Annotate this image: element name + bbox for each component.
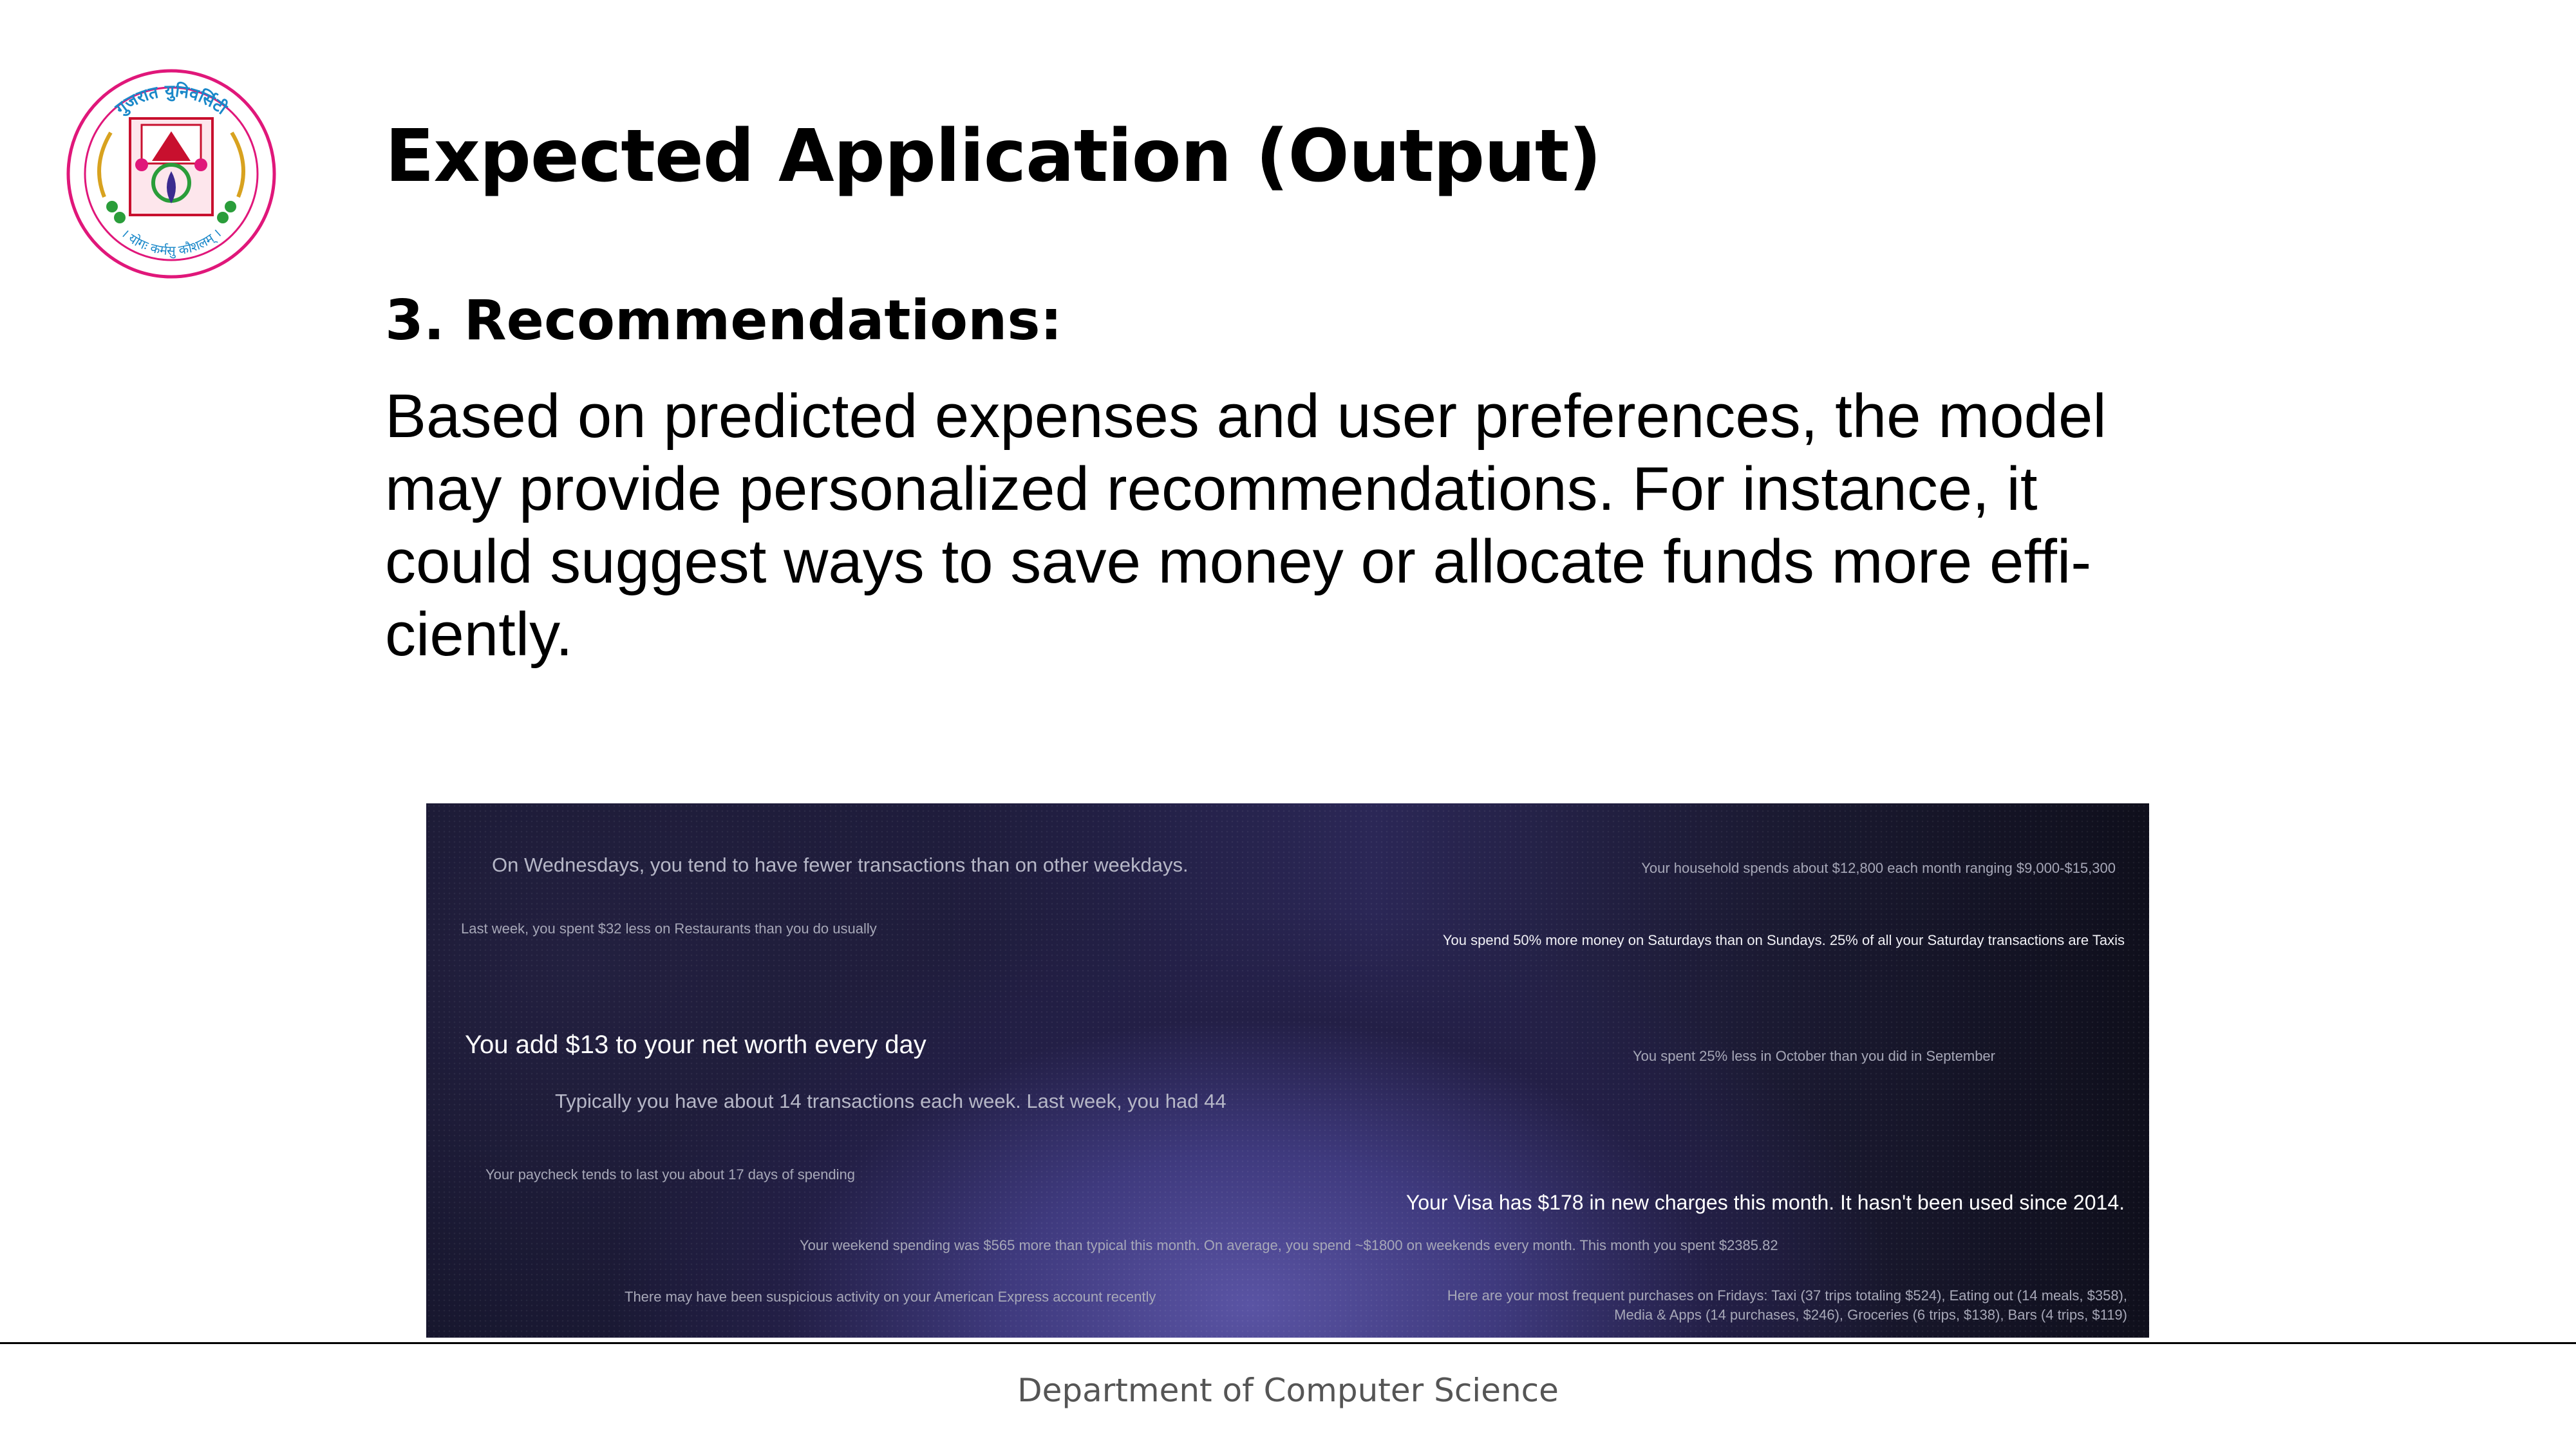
body-line: ciently. [385, 600, 573, 669]
slide-title: Expected Application (Output) [385, 115, 1602, 198]
insight-text: There may have been suspicious activity … [625, 1289, 1156, 1305]
insight-text: Your weekend spending was $565 more than… [800, 1237, 1778, 1253]
insight-text: You spend 50% more money on Saturdays th… [1442, 932, 2125, 948]
insights-image: On Wednesdays, you tend to have fewer tr… [426, 803, 2149, 1338]
body-line: Based on predicted expenses and user pre… [385, 382, 2107, 451]
section-heading: 3. Recommendations: [385, 288, 1062, 353]
insight-text: Your household spends about $12,800 each… [1641, 860, 2116, 876]
body-paragraph: Based on predicted expenses and user pre… [385, 380, 2317, 671]
insight-text: On Wednesdays, you tend to have fewer tr… [492, 854, 1189, 876]
insight-text: You spent 25% less in October than you d… [1633, 1048, 1995, 1064]
body-line: may provide personalized recommendations… [385, 454, 2038, 523]
insight-line: Here are your most frequent purchases on… [1447, 1287, 2127, 1304]
footer-divider [0, 1342, 2576, 1344]
insight-text: You add $13 to your net worth every day [465, 1031, 926, 1059]
insight-text: Last week, you spent $32 less on Restaur… [461, 921, 877, 937]
insight-text: Your paycheck tends to last you about 17… [485, 1166, 856, 1183]
insight-line: Media & Apps (14 purchases, $246), Groce… [1614, 1307, 2127, 1323]
footer-department: Department of Computer Science [1017, 1372, 1559, 1409]
friday-purchases-text: Here are your most frequent purchases on… [1447, 1286, 2127, 1325]
body-line: could suggest ways to save money or allo… [385, 527, 2092, 596]
insight-text: Your Visa has $178 in new charges this m… [1406, 1191, 2125, 1214]
university-logo: गुजरात युनिवर्सिटी । योगः कर्मसु कौशलम् … [66, 69, 276, 279]
insight-text: Typically you have about 14 transactions… [555, 1090, 1227, 1112]
